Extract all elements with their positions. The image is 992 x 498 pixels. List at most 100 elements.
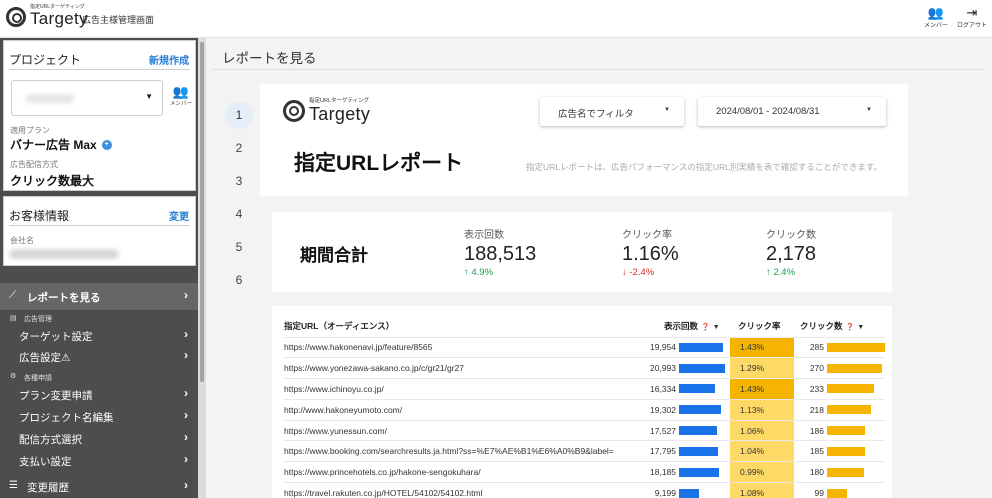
url-text: http://www.hakoneyumoto.com/ <box>284 404 403 415</box>
table-row[interactable]: https://www.ichinoyu.co.jp/16,334 1.43% 23… <box>284 378 885 400</box>
table-row[interactable]: https://www.yunessun.com/17,527 1.06% 186 <box>284 419 885 441</box>
table-row[interactable]: https://www.yonezawa-sakano.co.jp/c/gr21… <box>284 357 885 379</box>
logout-button[interactable]: ⇥ ログアウト <box>954 5 990 29</box>
ad-name-filter-label: 広告名でフィルタ <box>558 109 634 120</box>
table-row[interactable]: https://www.booking.com/searchresults.ja… <box>284 440 885 462</box>
top-bar: 指定URLターゲティング Targety 広告主様管理画面 👥 メンバー ⇥ ロ… <box>0 0 992 38</box>
table-row[interactable]: https://www.princehotels.co.jp/hakone-se… <box>284 461 885 483</box>
summary-heading: 期間合計 <box>300 246 368 265</box>
ctr-cell: 1.13% <box>730 398 794 421</box>
sidebar-item-report[interactable]: ⟋ レポートを見る › <box>0 283 198 310</box>
step-5[interactable]: 5 <box>225 233 253 261</box>
group-label-apply: 各種申請 <box>24 375 52 382</box>
chevron-right-icon: › <box>184 386 188 400</box>
clicks-value: 99 <box>814 488 824 498</box>
period-summary-panel: 期間合計 表示回数 188,513 ↑ 4.9% クリック率 1.16% ↓ -… <box>272 212 892 292</box>
column-header-clicks[interactable]: クリック数 ❓ ▼ <box>794 315 885 337</box>
url-cell: https://www.hakonenavi.jp/feature/8565 <box>284 336 620 358</box>
change-customer-link[interactable]: 変更 <box>169 208 189 223</box>
table-row[interactable]: http://www.hakoneyumoto.com/19,302 1.13% 2… <box>284 398 885 421</box>
sort-desc-icon[interactable]: ▼ <box>857 324 864 331</box>
impressions-bar <box>679 342 723 352</box>
step-6[interactable]: 6 <box>225 266 253 294</box>
members-label: メンバー <box>923 23 948 29</box>
clicks-bar <box>827 384 875 394</box>
step-1[interactable]: 1 <box>225 101 253 129</box>
report-title: 指定URLレポート <box>294 152 464 175</box>
step-4[interactable]: 4 <box>225 200 253 228</box>
chevron-right-icon: › <box>184 348 188 362</box>
delivery-label: 配信方式選択 <box>19 434 82 446</box>
sidebar-scrollbar-thumb[interactable] <box>200 42 204 382</box>
kpi-delta: ↓ -2.4% <box>622 267 655 278</box>
step-3[interactable]: 3 <box>225 167 253 195</box>
column-header-url[interactable]: 指定URL（オーディエンス） <box>284 315 620 337</box>
members-icon: 👥 <box>927 5 945 20</box>
ctr-cell: 1.29% <box>730 357 794 379</box>
report-description: 指定URLレポートは、広告パフォーマンスの指定URL別実績を表で確認することがで… <box>526 162 882 172</box>
project-card: プロジェクト 新規作成 ▼ 👥 メンバー 適用プラン バナー広告 Max + 広… <box>3 40 196 191</box>
project-members-button[interactable]: 👥 メンバー <box>168 84 194 107</box>
ad-group-icon: ▤ <box>10 315 17 322</box>
column-header-url-label: 指定URL（オーディエンス） <box>284 320 395 331</box>
impressions-value: 19,954 <box>650 342 676 353</box>
impressions-value: 9,199 <box>654 488 676 498</box>
ctr-cell: 0.99% <box>730 461 794 483</box>
sort-desc-icon[interactable]: ▼ <box>713 324 720 331</box>
customer-heading: お客様情報 <box>9 209 70 223</box>
history-label: 変更履歴 <box>27 482 69 494</box>
ad-name-filter[interactable]: 広告名でフィルタ ▼ <box>540 97 684 126</box>
sidebar-item-payment[interactable]: 支払い設定 › <box>0 450 198 471</box>
url-text: https://www.yunessun.com/ <box>284 425 387 436</box>
caret-down-icon: ▼ <box>866 107 872 113</box>
table-row[interactable]: https://www.hakonenavi.jp/feature/8565 19… <box>284 336 885 358</box>
column-header-clicks-label: クリック数 <box>800 320 843 331</box>
table-header-row: 指定URL（オーディエンス） 表示回数 ❓ ▼ クリック率 クリック数 ❓ ▼ <box>284 315 885 337</box>
help-icon[interactable]: ❓ <box>846 324 855 331</box>
plan-label: 適用プラン <box>10 126 50 135</box>
brand-logo[interactable]: 指定URLターゲティング Targety <box>6 5 88 28</box>
members-button[interactable]: 👥 メンバー <box>918 5 954 29</box>
ctr-value: 1.43% <box>740 342 765 353</box>
column-header-ctr[interactable]: クリック率 <box>730 315 794 337</box>
impressions-bar <box>679 426 718 436</box>
sidebar-item-project-edit[interactable]: プロジェクト名編集 › <box>0 406 198 427</box>
url-text: https://www.yonezawa-sakano.co.jp/c/gr21… <box>284 363 465 374</box>
column-header-impressions[interactable]: 表示回数 ❓ ▼ <box>620 315 730 337</box>
kpi-label: 表示回数 <box>464 230 504 241</box>
chevron-right-icon: › <box>184 430 188 444</box>
clicks-cell: 99 <box>794 482 885 498</box>
sidebar-item-delivery[interactable]: 配信方式選択 › <box>0 428 198 449</box>
date-range-picker[interactable]: 2024/08/01 - 2024/08/31 ▼ <box>698 97 886 126</box>
impressions-value: 16,334 <box>650 383 676 394</box>
impressions-cell: 19,954 <box>620 336 730 358</box>
sidebar-item-plan-change[interactable]: プラン変更申請 › <box>0 384 198 405</box>
kpi-impressions: 表示回数 188,513 ↑ 4.9% <box>464 226 536 278</box>
sidebar-item-target[interactable]: ターゲット設定 › <box>0 325 198 346</box>
impressions-value: 18,185 <box>650 467 676 478</box>
impressions-value: 20,993 <box>650 363 676 374</box>
clicks-bar <box>827 342 885 352</box>
kpi-delta: ↑ 4.9% <box>464 267 494 278</box>
customer-card: お客様情報 変更 会社名 <box>3 196 196 266</box>
help-icon[interactable]: ❓ <box>701 324 710 331</box>
url-text: https://travel.rakuten.co.jp/HOTEL/54102… <box>284 488 483 498</box>
blurred-project-name <box>26 94 74 103</box>
new-project-link[interactable]: 新規作成 <box>149 52 189 67</box>
sidebar-item-ad-settings[interactable]: 広告設定⚠ › <box>0 346 198 367</box>
ctr-value: 1.08% <box>740 488 765 498</box>
clicks-cell: 285 <box>794 336 885 358</box>
table-row[interactable]: https://travel.rakuten.co.jp/HOTEL/54102… <box>284 482 885 498</box>
plan-upgrade-icon[interactable]: + <box>101 139 112 150</box>
brand-name: Targety <box>30 9 88 28</box>
date-range-label: 2024/08/01 - 2024/08/31 <box>716 106 820 117</box>
ctr-value: 1.06% <box>740 425 765 436</box>
step-2[interactable]: 2 <box>225 134 253 162</box>
url-cell: https://www.yunessun.com/ <box>284 419 620 441</box>
sidebar-item-history[interactable]: ☰ 変更履歴 › <box>0 476 198 497</box>
chevron-right-icon: › <box>184 452 188 466</box>
impressions-value: 19,302 <box>650 404 676 415</box>
url-cell: https://www.booking.com/searchresults.ja… <box>284 440 620 462</box>
impressions-bar <box>679 363 725 373</box>
project-select[interactable]: ▼ <box>11 80 163 116</box>
